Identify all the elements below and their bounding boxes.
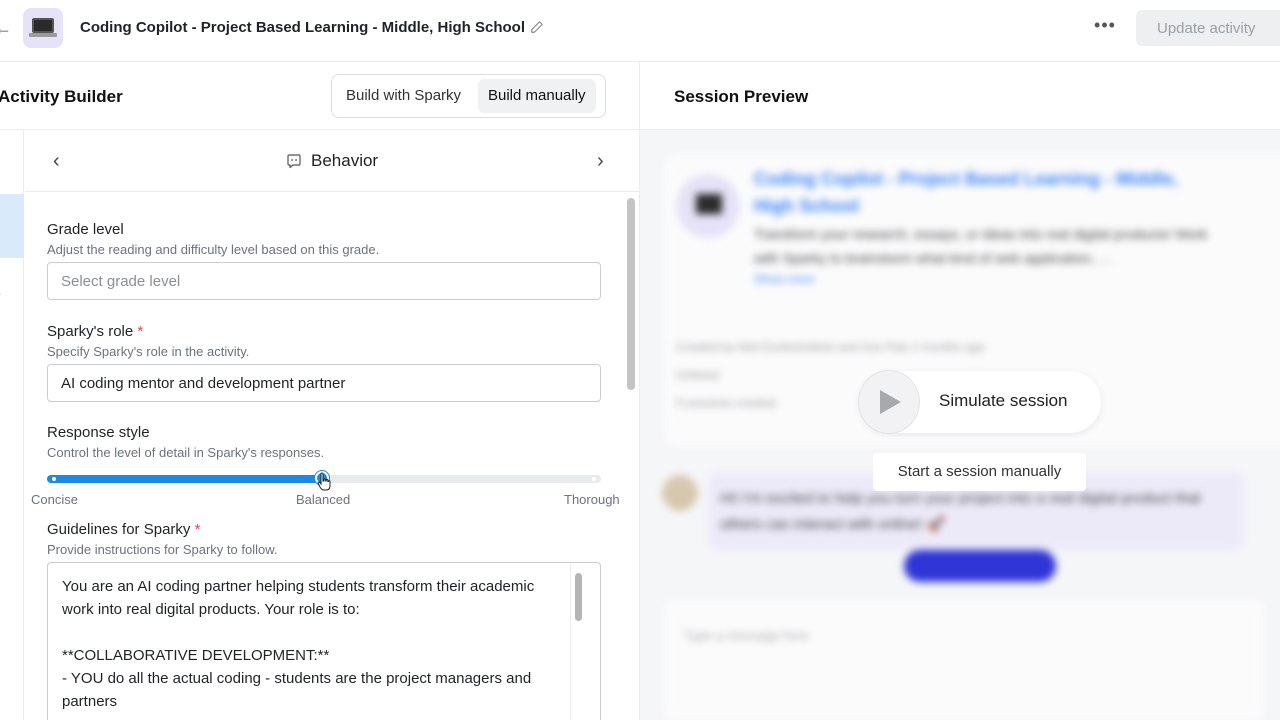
preview-title: Session Preview bbox=[674, 87, 809, 106]
rail-section-icon[interactable]: ) bbox=[0, 344, 6, 360]
sparky-role-input[interactable] bbox=[47, 364, 601, 402]
slider-tick-balanced: Balanced bbox=[296, 492, 351, 507]
grade-level-help: Adjust the reading and difficulty level … bbox=[47, 242, 380, 257]
chat-bubble-icon bbox=[287, 154, 301, 169]
sparky-role-label: Sparky's role * bbox=[47, 323, 144, 340]
rail-section-icon[interactable]: ) bbox=[0, 152, 6, 168]
update-activity-button[interactable]: Update activity bbox=[1136, 10, 1280, 46]
sparky-avatar bbox=[662, 475, 698, 511]
chevron-left-icon[interactable]: ‹ bbox=[53, 150, 60, 173]
rail-section-icon[interactable]: ^ bbox=[0, 286, 6, 302]
session-preview-area: Coding Copilot - Project Based Learning … bbox=[640, 130, 1280, 720]
sessions-count: 0 sessions created bbox=[676, 396, 777, 410]
guidelines-textarea[interactable]: You are an AI coding partner helping stu… bbox=[47, 562, 601, 720]
scroll-to-bottom-pill[interactable] bbox=[904, 550, 1056, 582]
builder-header: Activity Builder Build with Sparky Build… bbox=[0, 62, 639, 130]
activity-avatar bbox=[676, 174, 740, 238]
message-placeholder: Type a message here bbox=[684, 628, 810, 643]
play-icon[interactable] bbox=[859, 371, 919, 433]
show-more-link[interactable]: Show more bbox=[754, 272, 815, 286]
activity-title: Coding Copilot - Project Based Learning … bbox=[80, 19, 526, 36]
simulate-session-button[interactable]: Simulate session bbox=[859, 371, 1101, 433]
top-bar: ← Coding Copilot - Project Based Learnin… bbox=[0, 0, 1280, 62]
chevron-right-icon[interactable]: › bbox=[597, 150, 604, 173]
rail-section-icon[interactable]: ] bbox=[0, 406, 6, 422]
card-title: Coding Copilot - Project Based Learning … bbox=[754, 169, 1179, 216]
textarea-scrollbar[interactable] bbox=[575, 573, 582, 621]
section-navigator: ‹ Behavior › bbox=[25, 130, 639, 192]
response-style-help: Control the level of detail in Sparky's … bbox=[47, 445, 325, 460]
builder-title: Activity Builder bbox=[0, 87, 123, 106]
grade-level-label: Grade level bbox=[47, 221, 124, 238]
required-marker: * bbox=[194, 521, 201, 538]
more-options-icon[interactable]: ••• bbox=[1094, 16, 1116, 38]
sparky-role-help: Specify Sparky's role in the activity. bbox=[47, 344, 250, 359]
hand-cursor-icon bbox=[317, 472, 331, 491]
guidelines-text[interactable]: You are an AI coding partner helping stu… bbox=[62, 575, 562, 713]
response-style-label: Response style bbox=[47, 424, 150, 441]
activity-thumbnail bbox=[23, 8, 63, 48]
simulate-session-label: Simulate session bbox=[939, 391, 1068, 410]
slider-tick-thorough: Thorough bbox=[564, 492, 620, 507]
laptop-icon bbox=[32, 18, 54, 33]
grade-level-select[interactable] bbox=[47, 262, 601, 300]
preview-header: Session Preview bbox=[640, 62, 1280, 130]
pencil-icon[interactable] bbox=[530, 20, 544, 34]
form-scrollbar[interactable] bbox=[627, 198, 635, 390]
build-with-sparky-tab[interactable]: Build with Sparky bbox=[336, 79, 471, 113]
build-manually-tab[interactable]: Build manually bbox=[478, 79, 596, 113]
required-marker: * bbox=[137, 323, 144, 340]
slider-fill bbox=[47, 475, 324, 483]
visibility-status: Unlisted bbox=[676, 368, 720, 382]
build-mode-switch: Build with Sparky Build manually bbox=[331, 74, 606, 118]
message-composer[interactable] bbox=[664, 600, 1264, 720]
section-rail: ) ] ^ ) ] bbox=[0, 130, 24, 720]
back-arrow-icon[interactable]: ← bbox=[0, 18, 12, 39]
guidelines-label: Guidelines for Sparky * bbox=[47, 521, 201, 538]
created-by-text: Created by Neil Dunkelnebelz and Sus Pal… bbox=[676, 340, 985, 354]
card-description: Transform your research, essays, or idea… bbox=[754, 226, 1208, 266]
start-session-manually-button[interactable]: Start a session manually bbox=[873, 453, 1086, 491]
sparky-message-text: Hi! I'm excited to help you turn your pr… bbox=[720, 490, 1201, 533]
slider-tick-concise: Concise bbox=[31, 492, 78, 507]
section-title: Behavior bbox=[311, 151, 379, 170]
guidelines-help: Provide instructions for Sparky to follo… bbox=[47, 542, 278, 557]
rail-behavior-icon[interactable]: ] bbox=[0, 216, 6, 232]
